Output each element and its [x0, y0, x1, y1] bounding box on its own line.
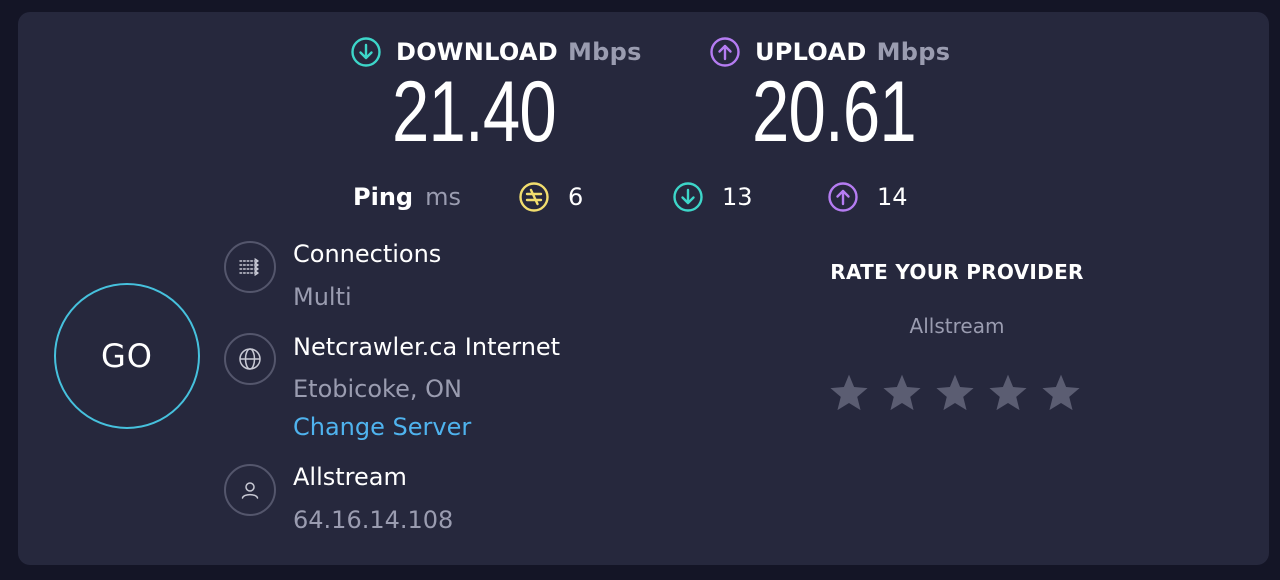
upload-speed-value: 20.61	[752, 64, 917, 160]
star-icon-3[interactable]	[934, 372, 976, 414]
download-speed-value: 21.40	[392, 64, 557, 160]
connections-icon[interactable]	[224, 241, 276, 293]
globe-icon	[224, 333, 276, 385]
ping-idle: 6	[518, 180, 583, 214]
star-icon-4[interactable]	[987, 372, 1029, 414]
rate-provider-title: RATE YOUR PROVIDER	[830, 260, 1084, 284]
ping-label: Ping	[353, 183, 414, 211]
ping-upload: 14	[827, 180, 908, 214]
go-button-label: GO	[101, 337, 153, 375]
ping-unit: ms	[425, 183, 461, 211]
ping-download: 13	[672, 180, 753, 214]
server-title: Netcrawler.ca Internet	[293, 333, 561, 361]
download-arrow-icon	[673, 182, 703, 212]
connections-arrows-icon	[239, 258, 259, 276]
connections-value: Multi	[293, 283, 352, 311]
user-outline-icon	[241, 482, 259, 499]
server-location: Etobicoke, ON	[293, 375, 462, 403]
rating-stars	[828, 372, 1093, 414]
download-unit: Mbps	[567, 38, 642, 66]
provider-ip: 64.16.14.108	[293, 506, 454, 534]
star-icon-5[interactable]	[1040, 372, 1082, 414]
go-button[interactable]: GO	[54, 283, 200, 429]
ping-upload-value: 14	[877, 183, 908, 211]
upload-arrow-icon	[828, 182, 858, 212]
change-server-link[interactable]: Change Server	[293, 413, 471, 441]
globe-outline-icon	[239, 348, 261, 370]
download-arrow-icon	[351, 37, 381, 67]
rate-provider-name: Allstream	[909, 314, 1005, 338]
speedtest-results-panel	[18, 12, 1269, 565]
star-icon-1[interactable]	[828, 372, 870, 414]
upload-arrow-icon	[710, 37, 740, 67]
provider-title: Allstream	[293, 463, 407, 491]
star-icon-2[interactable]	[881, 372, 923, 414]
ping-idle-icon	[519, 182, 549, 212]
ping-label-group: Ping ms	[353, 180, 461, 214]
connections-title: Connections	[293, 240, 442, 268]
ping-download-value: 13	[722, 183, 753, 211]
ping-idle-value: 6	[568, 183, 584, 211]
user-icon	[224, 464, 276, 516]
